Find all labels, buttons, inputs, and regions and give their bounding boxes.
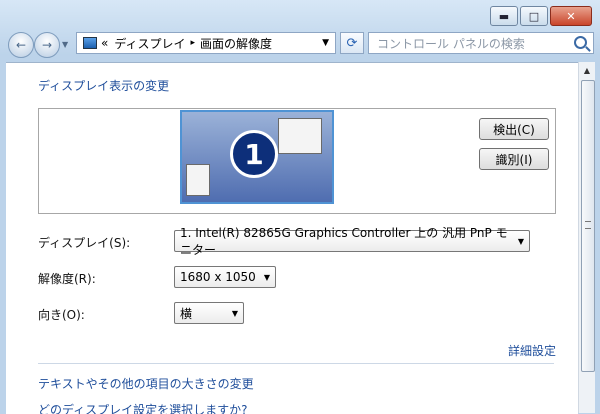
breadcrumb-separator-icon: ▸ [190,38,196,48]
navigation-bar: ← → ▼ « ディスプレイ ▸ 画面の解像度 ▼ ⟳ コントロール パネルの検… [6,30,594,58]
control-panel-window: ▬ □ ✕ ← → ▼ « ディスプレイ ▸ 画面の解像度 ▼ ⟳ コントロール… [0,0,600,414]
resolution-label: 解像度(R): [38,272,96,286]
identify-button[interactable]: 識別(I) [479,148,549,170]
advanced-settings-link[interactable]: 詳細設定 [508,342,556,359]
scrollbar-grip-icon [585,221,591,229]
address-prefix: « [101,36,109,50]
window-thumbnail-icon [278,118,322,154]
control-panel-icon [83,37,97,49]
maximize-button[interactable]: □ [520,6,548,26]
orientation-select[interactable]: 横 ▼ [174,302,244,324]
search-input[interactable]: コントロール パネルの検索 [368,32,594,54]
chevron-down-icon: ▼ [263,272,270,282]
detect-button[interactable]: 検出(C) [479,118,549,140]
address-bar[interactable]: « ディスプレイ ▸ 画面の解像度 ▼ [76,32,336,54]
text-size-link[interactable]: テキストやその他の項目の大きさの変更 [38,375,254,392]
screen-resolution-panel: ディスプレイ表示の変更 1 検出(C) 識別(I) ディスプレイ(S): 1. … [6,62,578,414]
display-select-value: 1. Intel(R) 82865G Graphics Controller 上… [180,226,508,257]
window-thumbnail-icon [186,164,210,196]
chevron-down-icon: ▼ [231,308,238,318]
window-controls: ▬ □ ✕ [490,6,592,26]
history-dropdown-icon[interactable]: ▼ [62,40,68,49]
monitor-number-badge: 1 [230,130,278,178]
display-select[interactable]: 1. Intel(R) 82865G Graphics Controller 上… [174,226,530,257]
breadcrumb-screen-resolution[interactable]: 画面の解像度 [200,35,272,52]
page-title: ディスプレイ表示の変更 [38,79,170,93]
chevron-down-icon: ▼ [517,236,524,246]
orientation-select-value: 横 [180,306,193,321]
resolution-select-value: 1680 x 1050 [180,270,256,284]
search-icon[interactable] [574,36,587,49]
refresh-button[interactable]: ⟳ [340,32,364,54]
monitor-preview[interactable]: 1 [180,110,334,204]
resolution-select[interactable]: 1680 x 1050 ▼ [174,266,276,288]
breadcrumb-display[interactable]: ディスプレイ [114,35,185,52]
orientation-label: 向き(O): [38,308,85,322]
scroll-up-icon[interactable]: ▲ [579,62,595,78]
section-divider [38,363,554,364]
partial-link[interactable]: どのディスプレイ設定を選択しますか? [38,401,248,414]
address-dropdown-icon[interactable]: ▼ [322,38,329,48]
forward-button[interactable]: → [34,32,60,58]
close-button[interactable]: ✕ [550,6,592,26]
scrollbar-thumb[interactable] [581,80,595,372]
display-label: ディスプレイ(S): [38,236,131,250]
search-placeholder: コントロール パネルの検索 [377,36,525,51]
minimize-button[interactable]: ▬ [490,6,518,26]
vertical-scrollbar[interactable]: ▲ [578,62,595,413]
display-arrangement-area: 1 検出(C) 識別(I) [38,108,556,214]
back-button[interactable]: ← [8,32,34,58]
